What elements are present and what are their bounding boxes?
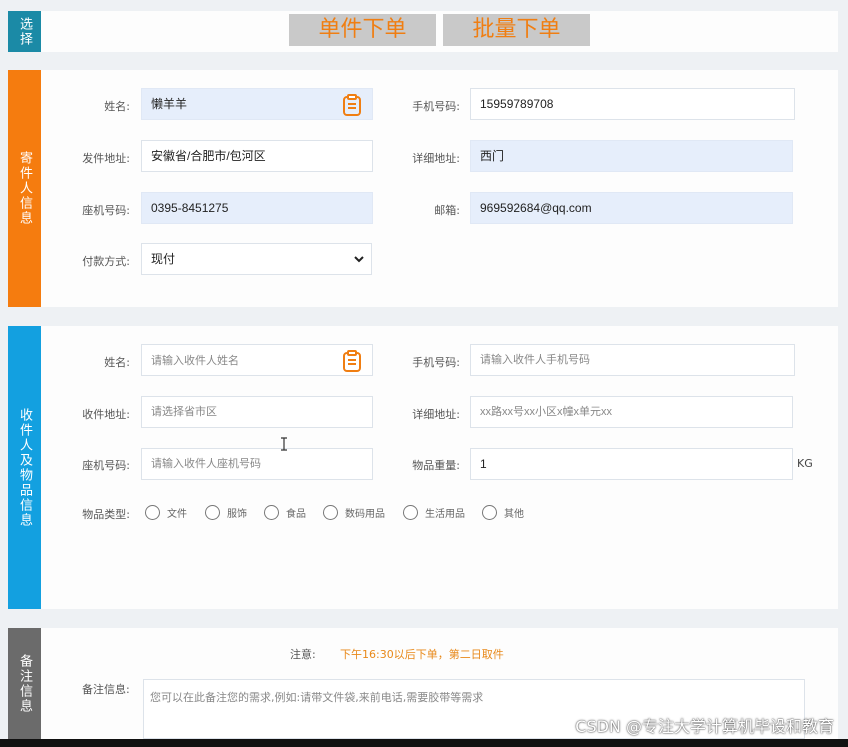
pay-method-value: 现付: [151, 252, 176, 266]
remark-placeholder: 您可以在此备注您的需求,例如:请带文件袋,来前电话,需要胶带等需求: [150, 691, 484, 704]
sender-phone-label: 手机号码:: [412, 100, 460, 113]
sender-detail-label: 详细地址:: [412, 152, 460, 165]
remark-label: 备注信息:: [82, 683, 130, 696]
weight-input[interactable]: 1: [470, 448, 793, 480]
select-tab: 选择: [8, 11, 41, 52]
sender-landline-input[interactable]: 0395-8451275: [141, 192, 373, 224]
item-type-radio-clothing[interactable]: 服饰: [205, 505, 247, 520]
batch-order-button[interactable]: 批量下单: [443, 14, 590, 46]
chevron-down-icon: [354, 256, 364, 263]
receiver-name-label: 姓名:: [104, 356, 130, 369]
pay-method-label: 付款方式:: [82, 255, 130, 268]
sender-address-input[interactable]: 安徽省/合肥市/包河区: [141, 140, 373, 172]
radio-circle-icon[interactable]: [323, 505, 338, 520]
sender-name-label: 姓名:: [104, 100, 130, 113]
text-cursor-icon: [281, 437, 287, 451]
item-type-radio-food[interactable]: 食品: [264, 505, 306, 520]
receiver-name-placeholder: 请输入收件人姓名: [151, 355, 239, 367]
sender-name-input[interactable]: 懒羊羊: [141, 88, 373, 120]
receiver-detail-label: 详细地址:: [412, 408, 460, 421]
radio-circle-icon[interactable]: [205, 505, 220, 520]
sender-email-input[interactable]: 969592684@qq.com: [470, 192, 793, 224]
item-type-radio-document[interactable]: 文件: [145, 505, 187, 520]
radio-circle-icon[interactable]: [145, 505, 160, 520]
weight-unit: KG: [797, 457, 813, 470]
notice-label: 注意:: [290, 648, 316, 661]
sender-detail-input[interactable]: 西门: [470, 140, 793, 172]
receiver-address-label: 收件地址:: [82, 408, 130, 421]
bottom-bar: [0, 739, 848, 747]
sender-tab: 寄件人信息: [8, 70, 41, 307]
receiver-landline-input[interactable]: 请输入收件人座机号码: [141, 448, 373, 480]
item-type-radio-digital[interactable]: 数码用品: [323, 505, 385, 520]
notice-text: 下午16:30以后下单，第二日取件: [340, 648, 504, 661]
receiver-address-input[interactable]: 请选择省市区: [141, 396, 373, 428]
sender-address-label: 发件地址:: [82, 152, 130, 165]
radio-circle-icon[interactable]: [264, 505, 279, 520]
single-order-button[interactable]: 单件下单: [289, 14, 436, 46]
notes-tab: 备注信息: [8, 628, 41, 739]
receiver-tab: 收件人及物品信息: [8, 326, 41, 609]
clipboard-icon[interactable]: [340, 93, 364, 117]
item-type-radio-other[interactable]: 其他: [482, 505, 524, 520]
weight-label: 物品重量:: [412, 459, 460, 472]
sender-landline-label: 座机号码:: [82, 204, 130, 217]
item-type-label: 物品类型:: [82, 508, 130, 521]
sender-phone-input[interactable]: 15959789708: [470, 88, 795, 120]
watermark-text: CSDN @专注大学计算机毕设和教育: [575, 717, 834, 736]
item-type-radio-daily[interactable]: 生活用品: [403, 505, 465, 520]
receiver-phone-input[interactable]: 请输入收件人手机号码: [470, 344, 795, 376]
radio-circle-icon[interactable]: [403, 505, 418, 520]
receiver-name-input[interactable]: 请输入收件人姓名: [141, 344, 373, 376]
receiver-landline-label: 座机号码:: [82, 459, 130, 472]
radio-circle-icon[interactable]: [482, 505, 497, 520]
receiver-detail-input[interactable]: xx路xx号xx小区x幢x单元xx: [470, 396, 793, 428]
sender-email-label: 邮箱:: [434, 204, 460, 217]
sender-name-value: 懒羊羊: [151, 97, 188, 111]
clipboard-icon[interactable]: [340, 349, 364, 373]
pay-method-select[interactable]: 现付: [141, 243, 372, 275]
receiver-phone-label: 手机号码:: [412, 356, 460, 369]
